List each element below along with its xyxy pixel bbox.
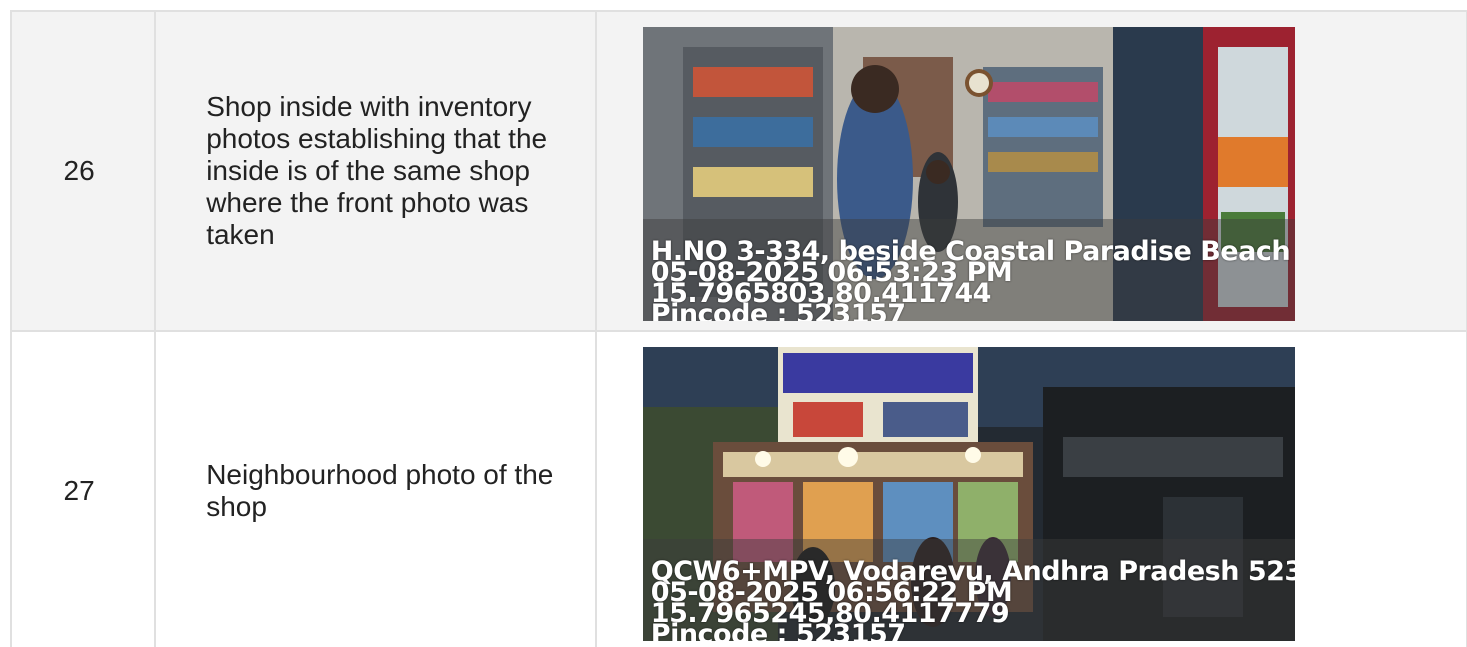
document-page: 26 Shop inside with inventory photos est… [0, 0, 1467, 647]
photo-cell: H.NO 3-334, beside Coastal Paradise Beac… [594, 10, 1467, 332]
serial-number-cell: 27 [9, 330, 157, 647]
shop-interior-photo: H.NO 3-334, beside Coastal Paradise Beac… [642, 27, 1295, 321]
description-cell: Neighbourhood photo of the shop [154, 330, 597, 647]
photo-cell: QCW6+MPV, Vodarevu, Andhra Pradesh 523 0… [594, 330, 1467, 647]
geo-timestamp-overlay: H.NO 3-334, beside Coastal Paradise Beac… [651, 238, 1291, 321]
description-cell: Shop inside with inventory photos establ… [154, 10, 597, 332]
shop-front-photo: QCW6+MPV, Vodarevu, Andhra Pradesh 523 0… [642, 347, 1295, 641]
serial-number: 26 [63, 155, 95, 186]
evidence-table: 26 Shop inside with inventory photos est… [9, 10, 1467, 647]
photo-description: Shop inside with inventory photos establ… [206, 90, 548, 251]
photo-description: Neighbourhood photo of the shop [206, 458, 554, 522]
table-row: 26 Shop inside with inventory photos est… [9, 10, 1467, 332]
geo-timestamp-overlay: QCW6+MPV, Vodarevu, Andhra Pradesh 523 0… [651, 558, 1295, 641]
serial-number-cell: 26 [9, 10, 157, 332]
serial-number: 27 [63, 475, 95, 506]
table-row: 27 Neighbourhood photo of the shop QCW6+… [9, 330, 1467, 647]
